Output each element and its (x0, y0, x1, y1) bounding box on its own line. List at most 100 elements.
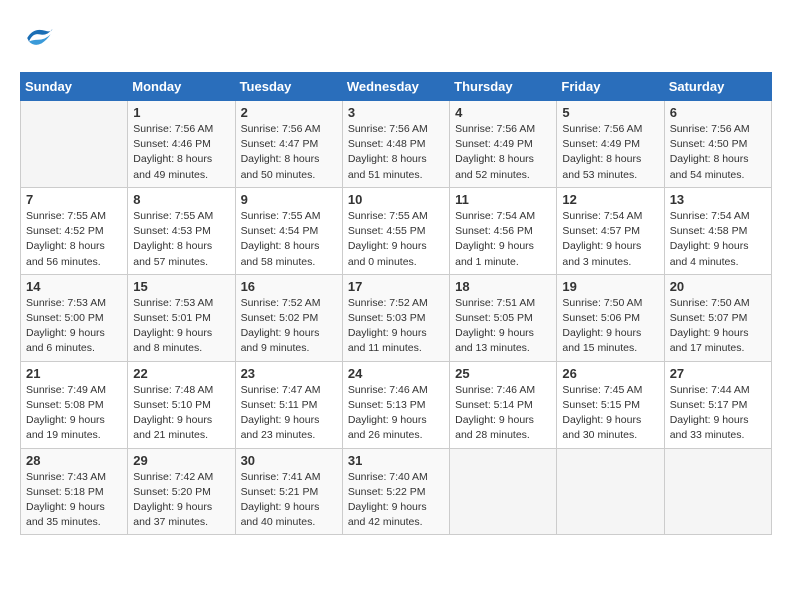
cell-info: Sunrise: 7:56 AM Sunset: 4:46 PM Dayligh… (133, 122, 229, 183)
cell-date: 6 (670, 105, 766, 120)
calendar-cell: 6Sunrise: 7:56 AM Sunset: 4:50 PM Daylig… (664, 101, 771, 188)
cell-date: 4 (455, 105, 551, 120)
calendar-cell: 19 Sunrise: 7:50 AM Sunset: 5:06 PM Dayli… (557, 274, 664, 361)
calendar-cell (450, 448, 557, 535)
logo-icon (20, 20, 56, 56)
calendar-cell: 21 Sunrise: 7:49 AM Sunset: 5:08 PM Dayli… (21, 361, 128, 448)
calendar-week-row: 1 Sunrise: 7:56 AM Sunset: 4:46 PM Daylig… (21, 101, 772, 188)
cell-date: 15 (133, 279, 229, 294)
calendar-cell (664, 448, 771, 535)
cell-date: 26 (562, 366, 658, 381)
calendar-cell: 17Sunrise: 7:52 AM Sunset: 5:03 PM Dayli… (342, 274, 449, 361)
calendar-cell: 23 Sunrise: 7:47 AM Sunset: 5:11 PM Dayli… (235, 361, 342, 448)
cell-info: Sunrise: 7:55 AM Sunset: 4:55 PM Dayligh… (348, 209, 444, 270)
header-day: Wednesday (342, 73, 449, 101)
cell-date: 19 (562, 279, 658, 294)
calendar-cell: 2 Sunrise: 7:56 AM Sunset: 4:47 PM Daylig… (235, 101, 342, 188)
calendar-table: SundayMondayTuesdayWednesdayThursdayFrid… (20, 72, 772, 535)
cell-info: Sunrise: 7:47 AM Sunset: 5:11 PM Dayligh… (241, 383, 337, 444)
cell-date: 30 (241, 453, 337, 468)
cell-date: 1 (133, 105, 229, 120)
calendar-week-row: 14 Sunrise: 7:53 AM Sunset: 5:00 PM Dayli… (21, 274, 772, 361)
cell-date: 20 (670, 279, 766, 294)
calendar-week-row: 21 Sunrise: 7:49 AM Sunset: 5:08 PM Dayli… (21, 361, 772, 448)
cell-info: Sunrise: 7:40 AM Sunset: 5:22 PM Dayligh… (348, 470, 444, 531)
cell-date: 2 (241, 105, 337, 120)
calendar-header: SundayMondayTuesdayWednesdayThursdayFrid… (21, 73, 772, 101)
cell-info: Sunrise: 7:46 AM Sunset: 5:13 PM Dayligh… (348, 383, 444, 444)
cell-info: Sunrise: 7:50 AM Sunset: 5:06 PM Dayligh… (562, 296, 658, 357)
calendar-cell: 31 Sunrise: 7:40 AM Sunset: 5:22 PM Dayli… (342, 448, 449, 535)
cell-date: 24 (348, 366, 444, 381)
calendar-cell: 29 Sunrise: 7:42 AM Sunset: 5:20 PM Dayli… (128, 448, 235, 535)
cell-date: 23 (241, 366, 337, 381)
cell-date: 29 (133, 453, 229, 468)
cell-date: 18 (455, 279, 551, 294)
calendar-cell: 16 Sunrise: 7:52 AM Sunset: 5:02 PM Dayli… (235, 274, 342, 361)
cell-info: Sunrise: 7:54 AM Sunset: 4:56 PM Dayligh… (455, 209, 551, 270)
cell-info: Sunrise: 7:56 AM Sunset: 4:49 PM Dayligh… (562, 122, 658, 183)
calendar-week-row: 28Sunrise: 7:43 AM Sunset: 5:18 PM Dayli… (21, 448, 772, 535)
cell-date: 13 (670, 192, 766, 207)
calendar-cell: 22 Sunrise: 7:48 AM Sunset: 5:10 PM Dayli… (128, 361, 235, 448)
calendar-cell: 28Sunrise: 7:43 AM Sunset: 5:18 PM Dayli… (21, 448, 128, 535)
cell-info: Sunrise: 7:42 AM Sunset: 5:20 PM Dayligh… (133, 470, 229, 531)
calendar-cell: 26 Sunrise: 7:45 AM Sunset: 5:15 PM Dayli… (557, 361, 664, 448)
calendar-cell: 9Sunrise: 7:55 AM Sunset: 4:54 PM Daylig… (235, 187, 342, 274)
logo (20, 20, 60, 56)
calendar-cell: 1 Sunrise: 7:56 AM Sunset: 4:46 PM Daylig… (128, 101, 235, 188)
cell-info: Sunrise: 7:46 AM Sunset: 5:14 PM Dayligh… (455, 383, 551, 444)
cell-info: Sunrise: 7:56 AM Sunset: 4:48 PM Dayligh… (348, 122, 444, 183)
cell-info: Sunrise: 7:55 AM Sunset: 4:52 PM Dayligh… (26, 209, 122, 270)
cell-info: Sunrise: 7:56 AM Sunset: 4:47 PM Dayligh… (241, 122, 337, 183)
cell-info: Sunrise: 7:41 AM Sunset: 5:21 PM Dayligh… (241, 470, 337, 531)
cell-info: Sunrise: 7:53 AM Sunset: 5:00 PM Dayligh… (26, 296, 122, 357)
header-row: SundayMondayTuesdayWednesdayThursdayFrid… (21, 73, 772, 101)
cell-date: 11 (455, 192, 551, 207)
cell-info: Sunrise: 7:44 AM Sunset: 5:17 PM Dayligh… (670, 383, 766, 444)
calendar-body: 1 Sunrise: 7:56 AM Sunset: 4:46 PM Daylig… (21, 101, 772, 535)
cell-info: Sunrise: 7:54 AM Sunset: 4:57 PM Dayligh… (562, 209, 658, 270)
cell-info: Sunrise: 7:52 AM Sunset: 5:03 PM Dayligh… (348, 296, 444, 357)
cell-info: Sunrise: 7:52 AM Sunset: 5:02 PM Dayligh… (241, 296, 337, 357)
cell-date: 21 (26, 366, 122, 381)
cell-date: 9 (241, 192, 337, 207)
cell-info: Sunrise: 7:50 AM Sunset: 5:07 PM Dayligh… (670, 296, 766, 357)
calendar-cell: 30 Sunrise: 7:41 AM Sunset: 5:21 PM Dayli… (235, 448, 342, 535)
cell-date: 8 (133, 192, 229, 207)
calendar-cell: 20 Sunrise: 7:50 AM Sunset: 5:07 PM Dayli… (664, 274, 771, 361)
header-day: Friday (557, 73, 664, 101)
calendar-cell: 7Sunrise: 7:55 AM Sunset: 4:52 PM Daylig… (21, 187, 128, 274)
cell-info: Sunrise: 7:49 AM Sunset: 5:08 PM Dayligh… (26, 383, 122, 444)
calendar-cell: 11 Sunrise: 7:54 AM Sunset: 4:56 PM Dayli… (450, 187, 557, 274)
header-day: Tuesday (235, 73, 342, 101)
cell-info: Sunrise: 7:54 AM Sunset: 4:58 PM Dayligh… (670, 209, 766, 270)
header-day: Saturday (664, 73, 771, 101)
cell-info: Sunrise: 7:43 AM Sunset: 5:18 PM Dayligh… (26, 470, 122, 531)
calendar-cell: 27 Sunrise: 7:44 AM Sunset: 5:17 PM Dayli… (664, 361, 771, 448)
calendar-cell: 24 Sunrise: 7:46 AM Sunset: 5:13 PM Dayli… (342, 361, 449, 448)
cell-date: 3 (348, 105, 444, 120)
calendar-cell (557, 448, 664, 535)
cell-date: 22 (133, 366, 229, 381)
cell-info: Sunrise: 7:45 AM Sunset: 5:15 PM Dayligh… (562, 383, 658, 444)
header-day: Thursday (450, 73, 557, 101)
calendar-cell: 15Sunrise: 7:53 AM Sunset: 5:01 PM Dayli… (128, 274, 235, 361)
calendar-cell: 3 Sunrise: 7:56 AM Sunset: 4:48 PM Daylig… (342, 101, 449, 188)
cell-info: Sunrise: 7:51 AM Sunset: 5:05 PM Dayligh… (455, 296, 551, 357)
cell-info: Sunrise: 7:48 AM Sunset: 5:10 PM Dayligh… (133, 383, 229, 444)
cell-date: 27 (670, 366, 766, 381)
cell-date: 5 (562, 105, 658, 120)
calendar-cell (21, 101, 128, 188)
page-header (20, 20, 772, 56)
calendar-cell: 13 Sunrise: 7:54 AM Sunset: 4:58 PM Dayli… (664, 187, 771, 274)
calendar-week-row: 7Sunrise: 7:55 AM Sunset: 4:52 PM Daylig… (21, 187, 772, 274)
calendar-cell: 14 Sunrise: 7:53 AM Sunset: 5:00 PM Dayli… (21, 274, 128, 361)
cell-date: 14 (26, 279, 122, 294)
cell-date: 16 (241, 279, 337, 294)
calendar-cell: 12 Sunrise: 7:54 AM Sunset: 4:57 PM Dayli… (557, 187, 664, 274)
cell-date: 31 (348, 453, 444, 468)
cell-date: 12 (562, 192, 658, 207)
header-day: Monday (128, 73, 235, 101)
cell-info: Sunrise: 7:55 AM Sunset: 4:53 PM Dayligh… (133, 209, 229, 270)
